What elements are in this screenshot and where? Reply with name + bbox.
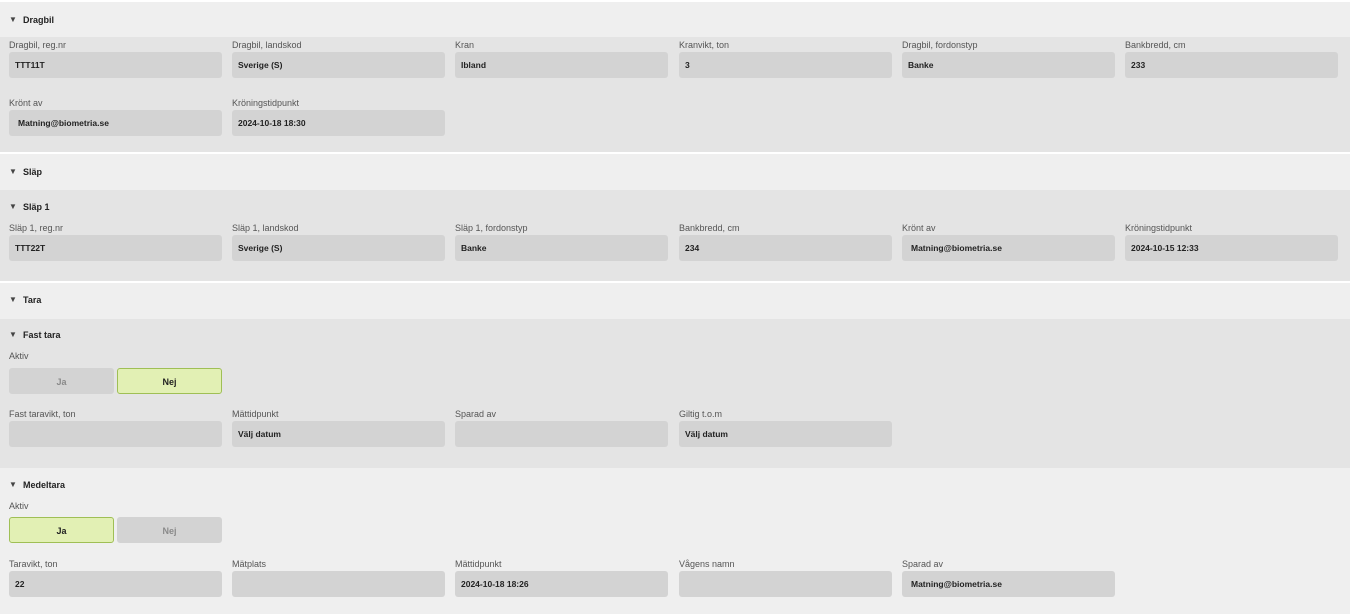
aktiv-label: Aktiv	[9, 351, 29, 361]
field-label: Fast taravikt, ton	[9, 409, 76, 419]
field-value: Välj datum	[238, 429, 281, 439]
collapse-caret-icon: ▼	[9, 295, 17, 304]
field-label: Krönt av	[9, 98, 43, 108]
medeltara-aktiv-nej-button[interactable]: Nej	[117, 517, 222, 543]
kran-select[interactable]: Ibland	[455, 52, 668, 78]
dragbil-fordonstyp-select[interactable]: Banke	[902, 52, 1115, 78]
giltig-tom-datepicker[interactable]: Välj datum	[679, 421, 892, 447]
subsection-title-slap1: Släp 1	[23, 202, 50, 212]
collapse-caret-icon: ▼	[9, 167, 17, 176]
slap1-bankbredd-input[interactable]: 234	[679, 235, 892, 261]
slap1-regnr-input[interactable]: TTT22T	[9, 235, 222, 261]
field-value: 3	[685, 60, 690, 70]
subsection-header-fast-tara[interactable]: ▼ Fast tara	[0, 331, 1350, 343]
field-value: 2024-10-15 12:33	[1131, 243, 1199, 253]
kranvikt-input[interactable]: 3	[679, 52, 892, 78]
field-label: Bankbredd, cm	[679, 223, 740, 233]
field-value: Matning@biometria.se	[18, 118, 109, 128]
field-label: Dragbil, landskod	[232, 40, 302, 50]
field-label: Mätplats	[232, 559, 267, 569]
section-title-dragbil: Dragbil	[23, 15, 55, 25]
section-header-slap[interactable]: ▼ Släp	[0, 154, 1350, 190]
field-value: Sverige (S)	[238, 243, 283, 253]
fast-tara-aktiv-ja-button[interactable]: Ja	[9, 368, 114, 394]
kront-av-input[interactable]: Matning@biometria.se	[9, 110, 222, 136]
slap1-panel: ▼ Släp 1 Släp 1, reg.nr TTT22T Släp 1, l…	[0, 190, 1350, 281]
field-value: Banke	[908, 60, 934, 70]
matplats-input[interactable]	[232, 571, 445, 597]
field-label: Giltig t.o.m	[679, 409, 723, 419]
section-header-dragbil[interactable]: ▼ Dragbil	[0, 2, 1350, 37]
field-value: Matning@biometria.se	[911, 243, 1002, 253]
dragbil-landskod-select[interactable]: Sverige (S)	[232, 52, 445, 78]
field-label: Släp 1, reg.nr	[9, 223, 64, 233]
field-label: Taravikt, ton	[9, 559, 58, 569]
medeltara-sparad-av-input[interactable]: Matning@biometria.se	[902, 571, 1115, 597]
field-value: TTT22T	[15, 243, 46, 253]
taravikt-input[interactable]: 22	[9, 571, 222, 597]
section-title-slap: Släp	[23, 167, 43, 177]
subsection-title-medeltara: Medeltara	[23, 480, 66, 490]
kroningstidpunkt-input[interactable]: 2024-10-18 18:30	[232, 110, 445, 136]
dragbil-regnr-input[interactable]: TTT11T	[9, 52, 222, 78]
collapse-caret-icon: ▼	[9, 330, 17, 339]
collapse-caret-icon: ▼	[9, 202, 17, 211]
medeltara-mattidpunkt-input[interactable]: 2024-10-18 18:26	[455, 571, 668, 597]
bankbredd-input[interactable]: 233	[1125, 52, 1338, 78]
field-label: Bankbredd, cm	[1125, 40, 1186, 50]
field-label: Släp 1, fordonstyp	[455, 223, 528, 233]
field-label: Krönt av	[902, 223, 936, 233]
fast-taravikt-input[interactable]	[9, 421, 222, 447]
field-value: 2024-10-18 18:30	[238, 118, 306, 128]
dragbil-panel: Dragbil, reg.nr TTT11T Dragbil, landskod…	[0, 37, 1350, 152]
field-value: 22	[15, 579, 25, 589]
medeltara-panel: ▼ Medeltara Aktiv Ja Nej Taravikt, ton 2…	[0, 468, 1350, 614]
field-value: 233	[1131, 60, 1146, 70]
field-label: Kröningstidpunkt	[232, 98, 300, 108]
fast-tara-mattidpunkt-datepicker[interactable]: Välj datum	[232, 421, 445, 447]
subsection-title-fast-tara: Fast tara	[23, 330, 61, 340]
fast-tara-aktiv-nej-button[interactable]: Nej	[117, 368, 222, 394]
aktiv-label: Aktiv	[9, 501, 29, 511]
field-label: Mättidpunkt	[232, 409, 279, 419]
field-label: Mättidpunkt	[455, 559, 502, 569]
field-value: Banke	[461, 243, 487, 253]
collapse-caret-icon: ▼	[9, 480, 17, 489]
slap1-fordonstyp-select[interactable]: Banke	[455, 235, 668, 261]
field-label: Sparad av	[455, 409, 497, 419]
field-label: Dragbil, fordonstyp	[902, 40, 978, 50]
field-label: Sparad av	[902, 559, 944, 569]
field-value: Välj datum	[685, 429, 728, 439]
medeltara-aktiv-ja-button[interactable]: Ja	[9, 517, 114, 543]
slap1-kroningstidpunkt-input[interactable]: 2024-10-15 12:33	[1125, 235, 1338, 261]
field-value: Sverige (S)	[238, 60, 283, 70]
field-label: Kröningstidpunkt	[1125, 223, 1193, 233]
field-label: Dragbil, reg.nr	[9, 40, 67, 50]
subsection-header-medeltara[interactable]: ▼ Medeltara	[0, 481, 1350, 493]
fast-tara-sparad-av-input[interactable]	[455, 421, 668, 447]
field-value: 234	[685, 243, 700, 253]
subsection-header-slap1[interactable]: ▼ Släp 1	[0, 203, 1350, 215]
section-header-tara[interactable]: ▼ Tara	[0, 283, 1350, 319]
field-value: TTT11T	[15, 60, 45, 70]
collapse-caret-icon: ▼	[9, 15, 17, 24]
field-label: Vågens namn	[679, 559, 735, 569]
field-value: 2024-10-18 18:26	[461, 579, 529, 589]
field-label: Kranvikt, ton	[679, 40, 730, 50]
vagens-namn-input[interactable]	[679, 571, 892, 597]
field-value: Ibland	[461, 60, 487, 70]
field-label: Kran	[455, 40, 475, 50]
field-label: Släp 1, landskod	[232, 223, 299, 233]
field-value: Matning@biometria.se	[911, 579, 1002, 589]
section-title-tara: Tara	[23, 295, 42, 305]
slap1-kront-av-input[interactable]: Matning@biometria.se	[902, 235, 1115, 261]
slap1-landskod-select[interactable]: Sverige (S)	[232, 235, 445, 261]
fast-tara-panel: ▼ Fast tara Aktiv Ja Nej Fast taravikt, …	[0, 319, 1350, 468]
